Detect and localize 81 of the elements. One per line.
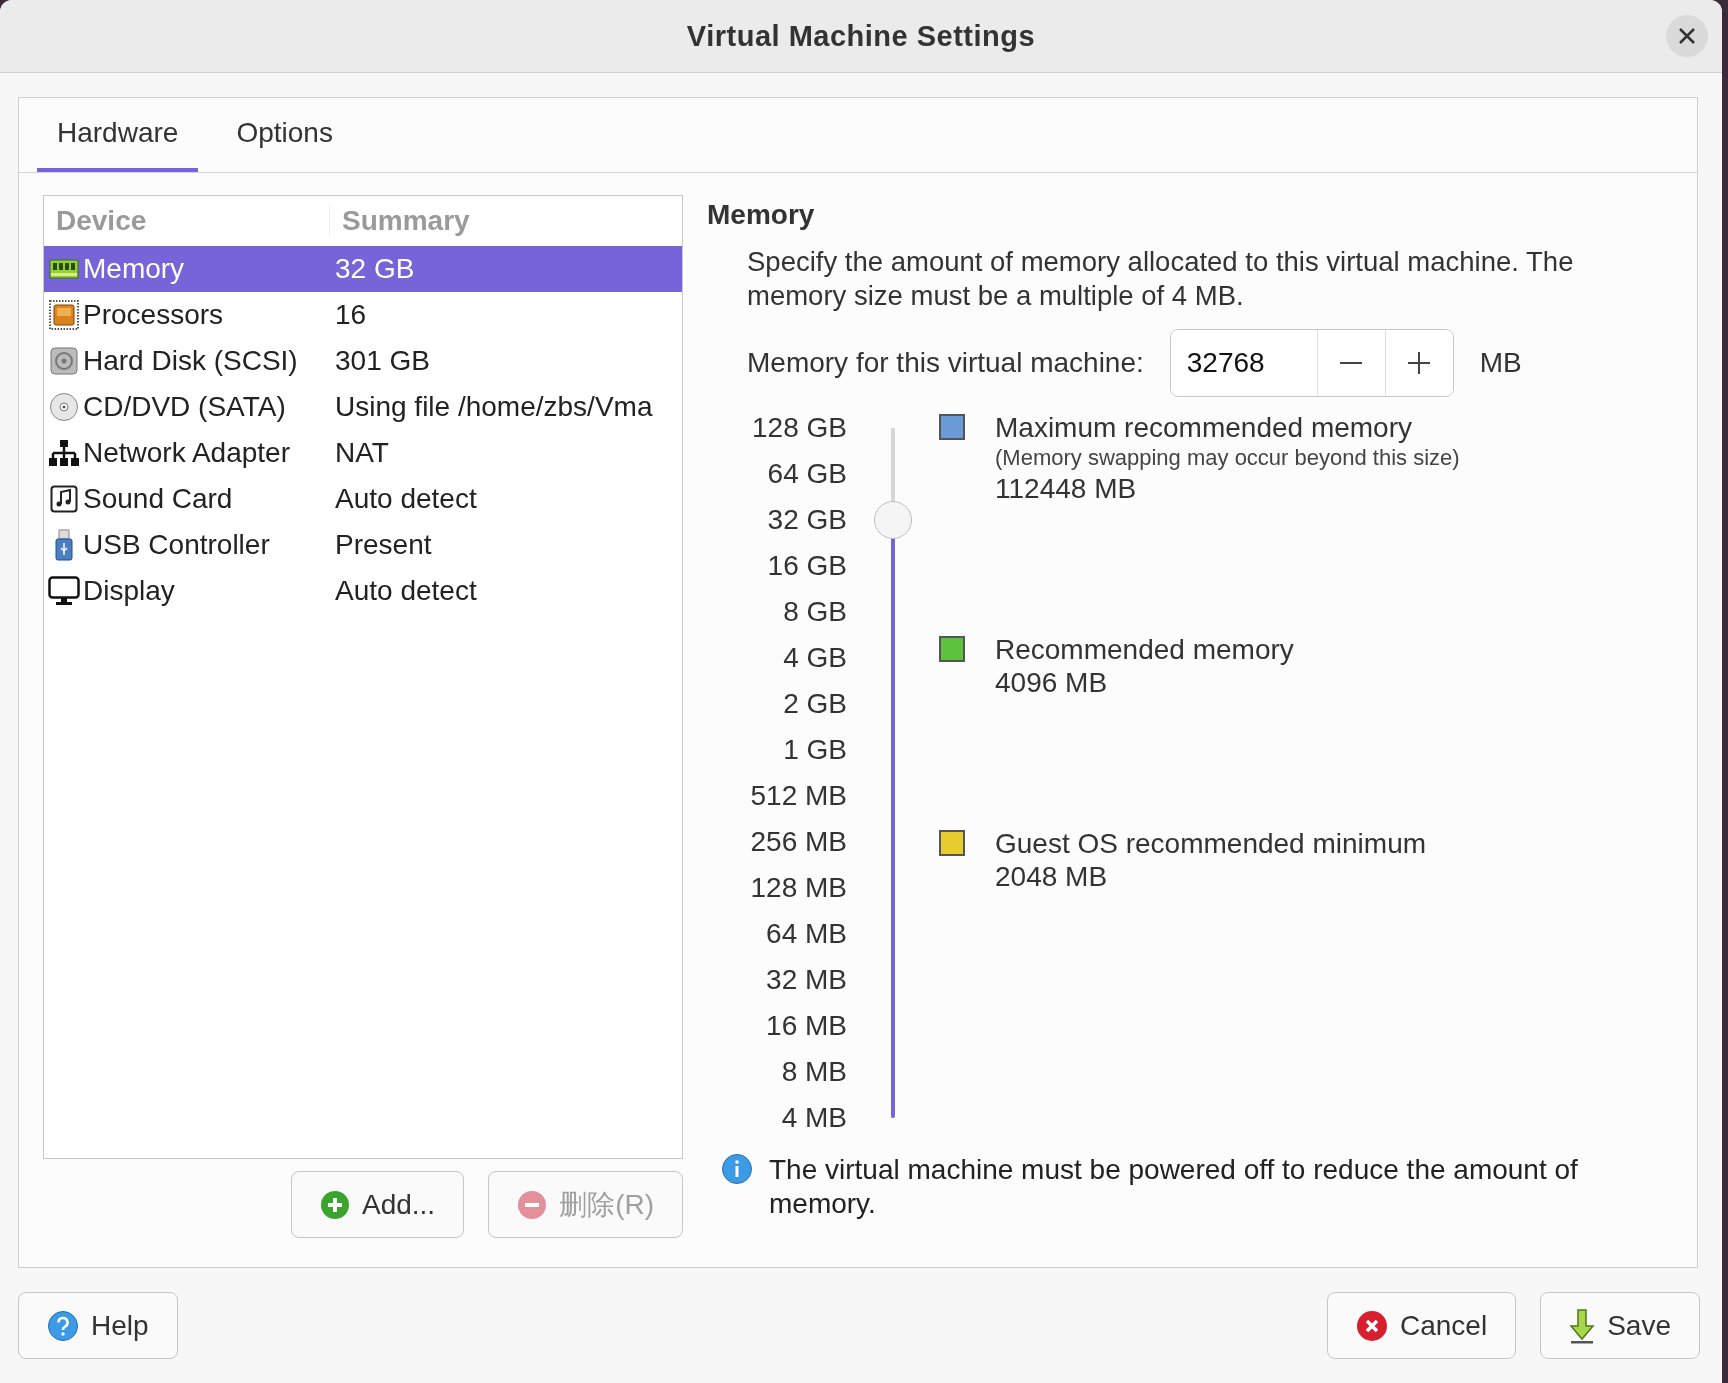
help-icon [47, 1309, 79, 1342]
scale-label: 16 GB [767, 549, 847, 583]
device-row[interactable]: CD/DVD (SATA) Using file /home/zbs/Vma [44, 384, 682, 430]
device-name: Display [83, 575, 175, 607]
cancel-button[interactable]: Cancel [1327, 1292, 1517, 1359]
legend-title: Guest OS recommended minimum [995, 827, 1428, 860]
tab[interactable]: Options [216, 98, 353, 172]
device-row[interactable]: Sound Card Auto detect [44, 476, 682, 522]
scale-label: 16 MB [766, 1009, 847, 1043]
close-icon [1356, 1309, 1388, 1342]
increase-button[interactable] [1384, 330, 1453, 396]
device-summary: Using file /home/zbs/Vma [334, 391, 654, 423]
tab[interactable]: Hardware [37, 98, 199, 172]
scale-label: 128 MB [750, 871, 847, 905]
save-button[interactable]: Save [1540, 1292, 1700, 1359]
device-row[interactable]: Display Auto detect [44, 568, 682, 614]
device-name: Hard Disk (SCSI) [83, 345, 298, 377]
monitor-icon [48, 576, 80, 606]
field-label: Memory for this virtual machine: [747, 347, 1144, 379]
device-name: Sound Card [83, 483, 233, 515]
device-summary: Auto detect [334, 575, 478, 607]
plus-icon [319, 1189, 350, 1220]
legend-title: Maximum recommended memory [995, 411, 1413, 444]
scale-label: 8 MB [781, 1055, 847, 1089]
scale-label: 2 GB [783, 687, 847, 721]
scale-label: 64 GB [767, 457, 847, 491]
column-header: Summary [329, 205, 682, 237]
plus-icon [1408, 352, 1431, 374]
unit-label: MB [1479, 347, 1522, 379]
scale-label: 128 GB [752, 411, 847, 445]
device-row[interactable]: Network Adapter NAT [44, 430, 682, 476]
window-title: Virtual Machine Settings [686, 19, 1036, 53]
close-button[interactable] [1666, 15, 1708, 57]
device-summary: 32 GB [334, 253, 416, 285]
scale-label: 4 GB [783, 641, 847, 675]
device-row[interactable]: Memory 32 GB [44, 246, 682, 292]
device-name: Processors [83, 299, 224, 331]
minus-icon [1340, 361, 1363, 365]
device-name: Memory [83, 253, 185, 285]
column-header: Device [55, 205, 148, 237]
device-summary: 301 GB [334, 345, 431, 377]
legend-title: Recommended memory [995, 633, 1295, 666]
close-icon [1678, 27, 1696, 45]
slider-handle[interactable] [874, 500, 912, 539]
legend-note: (Memory swapping may occur beyond this size) [995, 444, 1461, 472]
scale-label: 32 MB [766, 963, 847, 997]
device-row[interactable]: USB Controller Present [44, 522, 682, 568]
scale-label: 4 MB [781, 1101, 847, 1135]
help-button[interactable]: Help [18, 1292, 178, 1359]
legend-value: 4096 MB [995, 666, 1109, 699]
legend-value: 2048 MB [995, 860, 1109, 893]
add-button[interactable]: Add... [290, 1171, 465, 1238]
scale-label: 256 MB [750, 825, 847, 859]
memory-chip-icon [49, 259, 79, 279]
legend-value: 112448 MB [995, 472, 1138, 505]
device-summary: NAT [334, 437, 390, 469]
device-summary: Auto detect [334, 483, 478, 515]
disc-icon [49, 392, 79, 422]
network-icon [49, 439, 79, 467]
music-note-icon [50, 485, 78, 513]
device-name: USB Controller [83, 529, 270, 561]
device-name: CD/DVD (SATA) [83, 391, 286, 423]
device-summary: Present [334, 529, 433, 561]
device-summary: 16 [334, 299, 368, 331]
scale-label: 1 GB [783, 733, 847, 767]
device-row[interactable]: Processors 16 [44, 292, 682, 338]
spin-box[interactable]: 32768 [1169, 329, 1454, 397]
scale-label: 32 GB [767, 503, 847, 537]
minus-icon [517, 1189, 548, 1220]
down-arrow-icon [1569, 1307, 1596, 1344]
info-text: The virtual machine must be powered off to reduce the amount of memory. [769, 1153, 1579, 1221]
chip-icon [49, 300, 79, 330]
device-name: Network Adapter [83, 437, 290, 469]
scale-label: 512 MB [750, 779, 847, 813]
scale-label: 64 MB [766, 917, 847, 951]
description-text: Specify the amount of memory allocated to this virtual machine. The memory size must be a multiple of 4 MB. [747, 245, 1575, 313]
usb-stick-icon [55, 529, 73, 561]
device-row[interactable]: Hard Disk (SCSI) 301 GB [44, 338, 682, 384]
info-icon [721, 1153, 753, 1185]
section-heading: Memory [707, 199, 816, 231]
scale-label: 8 GB [783, 595, 847, 629]
